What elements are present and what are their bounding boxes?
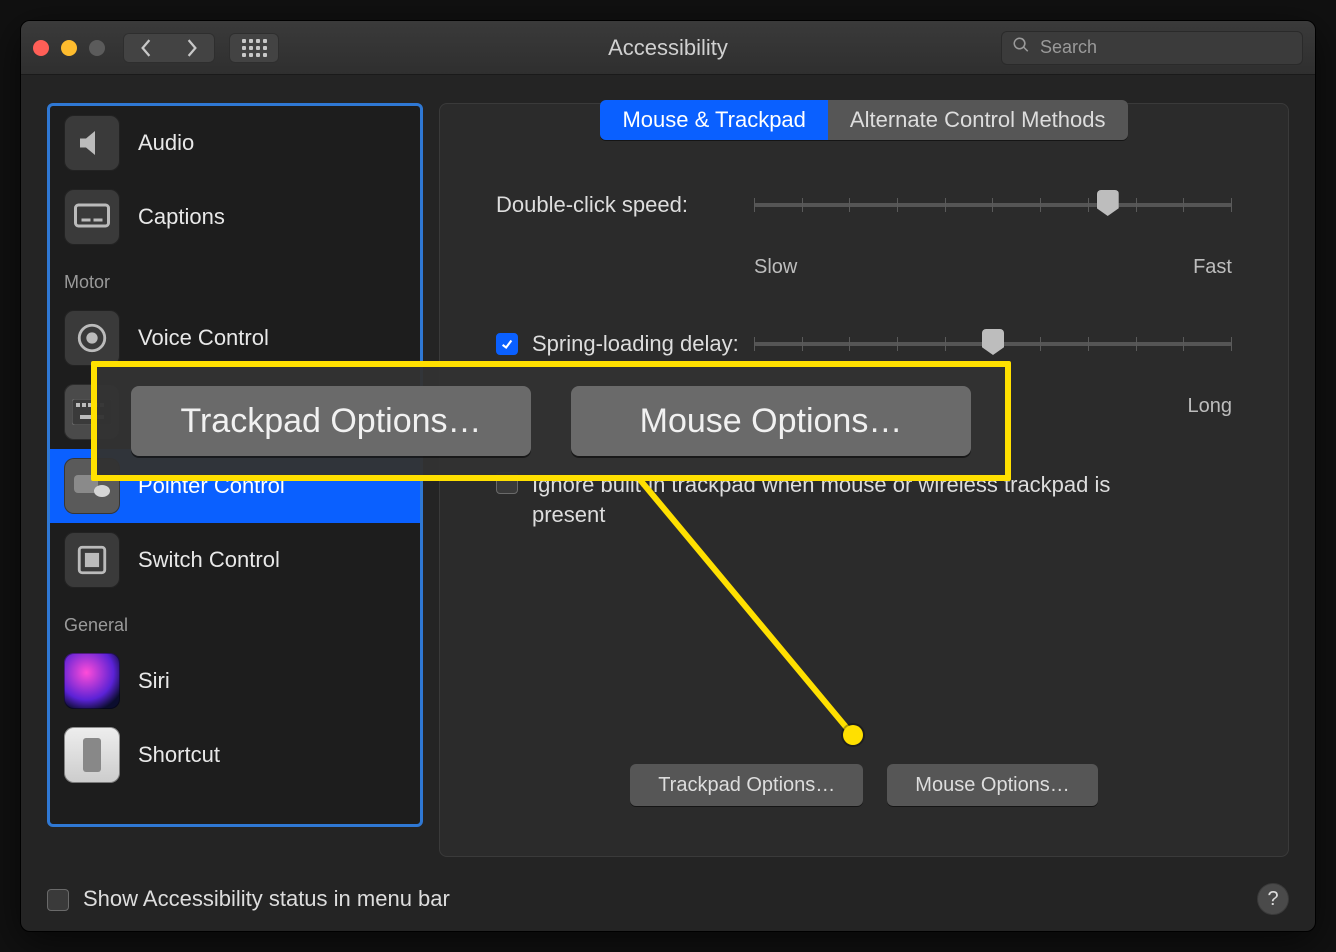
siri-icon (64, 653, 120, 709)
sidebar-item-label: Audio (138, 130, 194, 156)
minimize-window-button[interactable] (61, 40, 77, 56)
spring-loading-checkbox[interactable] (496, 333, 518, 355)
double-click-slider-knob[interactable] (1097, 190, 1119, 216)
double-click-label: Double-click speed: (496, 192, 734, 218)
row-double-click-speed: Double-click speed: Slow Fast (496, 192, 1232, 279)
settings-rows: Double-click speed: Slow Fast (440, 104, 1288, 529)
slider-max-label: Fast (1193, 256, 1232, 279)
close-window-button[interactable] (33, 40, 49, 56)
speaker-icon (64, 115, 120, 171)
spring-loading-slider[interactable] (754, 331, 1232, 363)
option-buttons: Trackpad Options… Mouse Options… (440, 764, 1288, 806)
pointer-control-icon (64, 458, 120, 514)
row-spring-loading: Spring-loading delay: Short Long (496, 331, 1232, 418)
sidebar-item-shortcut[interactable]: Shortcut (50, 718, 420, 792)
settings-panel: Mouse & Trackpad Alternate Control Metho… (439, 103, 1289, 857)
sidebar-item-label: Voice Control (138, 325, 269, 351)
voice-control-icon (64, 310, 120, 366)
slider-min-label: Slow (754, 256, 797, 279)
sidebar-item-label: Shortcut (138, 742, 220, 768)
forward-button[interactable] (169, 33, 215, 63)
spring-loading-label: Spring-loading delay: (532, 331, 739, 357)
sidebar-item-audio[interactable]: Audio (50, 106, 420, 180)
mouse-options-button[interactable]: Mouse Options… (887, 764, 1098, 806)
sidebar-item-label: Pointer Control (138, 473, 285, 499)
nav-segmented (123, 33, 215, 63)
sidebar-section-motor: Motor (50, 254, 420, 301)
captions-icon (64, 189, 120, 245)
sidebar-section-general: General (50, 597, 420, 644)
sidebar-item-keyboard[interactable]: Keyboard (50, 375, 420, 449)
sidebar-item-label: Switch Control (138, 547, 280, 573)
ignore-builtin-label: Ignore built-in trackpad when mouse or w… (532, 470, 1116, 529)
slider-max-label: Long (1188, 395, 1233, 418)
sidebar-item-switch-control[interactable]: Switch Control (50, 523, 420, 597)
sidebar-item-voice-control[interactable]: Voice Control (50, 301, 420, 375)
body: Audio Captions Motor Voice Control (21, 75, 1315, 867)
sidebar-item-siri[interactable]: Siri (50, 644, 420, 718)
accessibility-window: Accessibility Audio (20, 20, 1316, 932)
double-click-slider[interactable] (754, 192, 1232, 224)
sidebar-item-label: Keyboard (138, 399, 232, 425)
footer: Show Accessibility status in menu bar ? (21, 867, 1315, 931)
sidebar-scroll: Audio Captions Motor Voice Control (50, 106, 420, 824)
sidebar-item-label: Siri (138, 668, 170, 694)
show-all-prefs-button[interactable] (229, 33, 279, 63)
shortcut-icon (64, 727, 120, 783)
spring-loading-slider-knob[interactable] (982, 329, 1004, 355)
show-status-label: Show Accessibility status in menu bar (83, 886, 450, 912)
sidebar-item-captions[interactable]: Captions (50, 180, 420, 254)
sidebar-item-pointer-control[interactable]: Pointer Control (50, 449, 420, 523)
search-icon (1012, 36, 1030, 59)
tab-mouse-trackpad[interactable]: Mouse & Trackpad (600, 100, 827, 140)
tabs: Mouse & Trackpad Alternate Control Metho… (500, 100, 1228, 140)
tab-alternate-control[interactable]: Alternate Control Methods (828, 100, 1128, 140)
switch-control-icon (64, 532, 120, 588)
ignore-builtin-checkbox[interactable] (496, 472, 518, 494)
search-field[interactable] (1001, 31, 1303, 65)
grid-icon (242, 39, 267, 57)
search-input[interactable] (1038, 36, 1292, 59)
window-controls (33, 40, 105, 56)
back-button[interactable] (123, 33, 169, 63)
row-ignore-builtin: Ignore built-in trackpad when mouse or w… (496, 470, 1232, 529)
sidebar[interactable]: Audio Captions Motor Voice Control (47, 103, 423, 827)
titlebar: Accessibility (21, 21, 1315, 75)
sidebar-item-label: Captions (138, 204, 225, 230)
show-status-checkbox[interactable] (47, 889, 69, 911)
trackpad-options-button[interactable]: Trackpad Options… (630, 764, 863, 806)
help-button[interactable]: ? (1257, 883, 1289, 915)
zoom-window-button[interactable] (89, 40, 105, 56)
keyboard-icon (64, 384, 120, 440)
